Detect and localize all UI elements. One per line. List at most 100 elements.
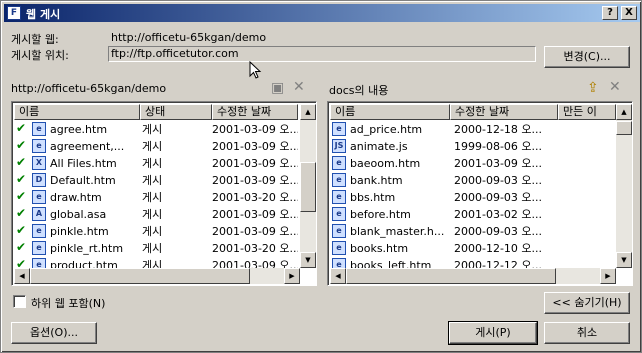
local-file-cell-name: draw.htm [50, 191, 102, 204]
hide-button[interactable]: << 숨기기(H) [544, 292, 630, 314]
remote-column-header-name[interactable]: 이름 [330, 104, 450, 120]
scroll-down-arrow-icon[interactable]: ▼ [300, 252, 316, 268]
remote-file-cell-name: books.htm [350, 242, 409, 255]
scroll-up-arrow-icon[interactable]: ▲ [616, 104, 632, 120]
remote-file-list: 이름 수정한 날짜 만든 이 e ad_price.htm 2000-12-18 오… [327, 101, 633, 286]
file-icon: e [332, 190, 346, 204]
local-file-row[interactable]: ✔ e agree.htm 게시 2001-03-09 오... [12, 121, 316, 138]
local-file-cell-date: 2001-03-09 오... [212, 157, 298, 170]
publish-check-icon: ✔ [16, 189, 27, 203]
local-file-cell-date: 2001-03-20 오... [212, 242, 298, 255]
column-header-name[interactable]: 이름 [14, 104, 140, 120]
publish-location-field[interactable]: ftp://ftp.officetutor.com [108, 46, 536, 62]
remote-file-cell-name: baeoom.htm [350, 157, 421, 170]
publish-check-icon: ✔ [16, 155, 27, 169]
scroll-down-arrow-icon[interactable]: ▼ [616, 252, 632, 268]
remote-file-row[interactable]: JS animate.js 1999-08-06 오... [328, 138, 632, 155]
local-file-cell-status: 게시 [142, 225, 163, 238]
remote-file-row[interactable]: e bbs.htm 2000-09-03 오... [328, 189, 632, 206]
file-icon: D [32, 173, 46, 187]
hscroll-thumb[interactable] [346, 268, 556, 284]
file-icon: e [332, 207, 346, 221]
local-file-cell-date: 2001-03-09 오... [212, 225, 298, 238]
left-vertical-scrollbar[interactable]: ▲ ▼ [300, 104, 316, 268]
remote-file-cell-name: before.htm [350, 208, 411, 221]
local-file-row[interactable]: ✔ e pinkle_rt.htm 게시 2001-03-20 오... [12, 240, 316, 257]
file-icon: e [332, 173, 346, 187]
publish-web-label: 게시할 웹: [11, 33, 59, 46]
publish-web-value: http://officetu-65kgan/demo [111, 31, 267, 44]
title-bar: F 웹 게시 ? X [4, 4, 640, 22]
remote-column-header-modified[interactable]: 수정한 날짜 [450, 104, 558, 120]
file-icon: e [32, 122, 46, 136]
local-file-cell-status: 게시 [142, 191, 163, 204]
include-subwebs-checkbox[interactable] [13, 295, 26, 308]
local-file-row[interactable]: ✔ D Default.htm 게시 2001-03-09 오... [12, 172, 316, 189]
scroll-left-arrow-icon[interactable]: ◀ [330, 268, 346, 284]
remote-file-row[interactable]: e ad_price.htm 2000-12-18 오... [328, 121, 632, 138]
change-location-button[interactable]: 변경(C)... [544, 46, 630, 68]
file-icon: e [32, 190, 46, 204]
local-file-cell-name: pinkle.htm [50, 225, 109, 238]
hscroll-thumb[interactable] [30, 268, 250, 284]
remote-file-row[interactable]: e bank.htm 2000-09-03 오... [328, 172, 632, 189]
local-file-cell-date: 2001-03-09 오... [212, 174, 298, 187]
right-horizontal-scrollbar[interactable]: ◀ ▶ [330, 268, 616, 284]
publish-button[interactable]: 게시(P) [448, 321, 538, 345]
scroll-right-arrow-icon[interactable]: ▶ [600, 268, 616, 284]
column-header-modified[interactable]: 수정한 날짜 [212, 104, 298, 120]
up-folder-icon[interactable]: ⇪ [587, 80, 599, 96]
file-icon: e [332, 241, 346, 255]
close-button[interactable]: X [621, 6, 637, 20]
right-vertical-scrollbar[interactable]: ▲ ▼ [616, 104, 632, 268]
remote-file-cell-name: blank_master.h... [350, 225, 445, 238]
remote-file-row[interactable]: e before.htm 2001-03-02 오... [328, 206, 632, 223]
scroll-thumb[interactable] [300, 162, 316, 212]
scroll-left-arrow-icon[interactable]: ◀ [14, 268, 30, 284]
file-icon: e [332, 122, 346, 136]
local-file-row[interactable]: ✔ Aglobal.asa 게시 2001-03-09 오... [12, 206, 316, 223]
local-file-cell-name: Default.htm [50, 174, 116, 187]
folder-icon: ▣ [271, 80, 285, 96]
left-pane-title: http://officetu-65kgan/demo [11, 82, 167, 95]
scroll-up-arrow-icon[interactable]: ▲ [300, 104, 316, 120]
scroll-right-arrow-icon[interactable]: ▶ [284, 268, 300, 284]
delete-remote-icon[interactable]: ✕ [609, 79, 621, 95]
publish-web-dialog: F 웹 게시 ? X 게시할 웹: http://officetu-65kgan… [0, 0, 642, 353]
publish-check-icon: ✔ [16, 172, 27, 186]
file-icon: e [32, 241, 46, 255]
remote-file-cell-name: ad_price.htm [350, 123, 423, 136]
remote-file-row[interactable]: e baeoom.htm 2001-03-09 오... [328, 155, 632, 172]
remote-file-cell-date: 1999-08-06 오... [454, 140, 543, 153]
options-button[interactable]: 옵션(O)... [11, 322, 97, 344]
file-icon: A [32, 207, 46, 221]
remote-column-header-author[interactable]: 만든 이 [558, 104, 616, 120]
left-horizontal-scrollbar[interactable]: ◀ ▶ [14, 268, 300, 284]
local-file-row[interactable]: ✔ X All Files.htm 게시 2001-03-09 오... [12, 155, 316, 172]
publish-location-label: 게시할 위치: [11, 49, 69, 62]
local-file-cell-status: 게시 [142, 123, 163, 136]
publish-check-icon: ✔ [16, 138, 27, 152]
local-file-cell-date: 2001-03-09 오... [212, 123, 298, 136]
help-button[interactable]: ? [602, 6, 618, 20]
column-header-status[interactable]: 상태 [140, 104, 212, 120]
remote-file-row[interactable]: e blank_master.h... 2000-09-03 오... [328, 223, 632, 240]
local-file-cell-name: All Files.htm [50, 157, 117, 170]
scroll-thumb[interactable] [616, 121, 632, 135]
remote-file-row[interactable]: e books.htm 2000-12-10 오... [328, 240, 632, 257]
local-file-cell-status: 게시 [142, 174, 163, 187]
local-file-cell-name: pinkle_rt.htm [50, 242, 124, 255]
file-icon: e [332, 156, 346, 170]
cancel-button[interactable]: 취소 [544, 322, 630, 344]
remote-file-cell-date: 2000-09-03 오... [454, 191, 543, 204]
mouse-cursor-icon [249, 61, 262, 79]
local-file-row[interactable]: ✔ e agreement,... 게시 2001-03-09 오... [12, 138, 316, 155]
local-file-row[interactable]: ✔ e draw.htm 게시 2001-03-20 오... [12, 189, 316, 206]
delete-icon[interactable]: ✕ [293, 79, 305, 95]
remote-file-cell-date: 2000-09-03 오... [454, 225, 543, 238]
publish-check-icon: ✔ [16, 240, 27, 254]
local-file-cell-name: agreement,... [50, 140, 125, 153]
local-file-row[interactable]: ✔ e pinkle.htm 게시 2001-03-09 오... [12, 223, 316, 240]
local-file-cell-name: agree.htm [50, 123, 108, 136]
window-title: 웹 게시 [26, 8, 61, 21]
